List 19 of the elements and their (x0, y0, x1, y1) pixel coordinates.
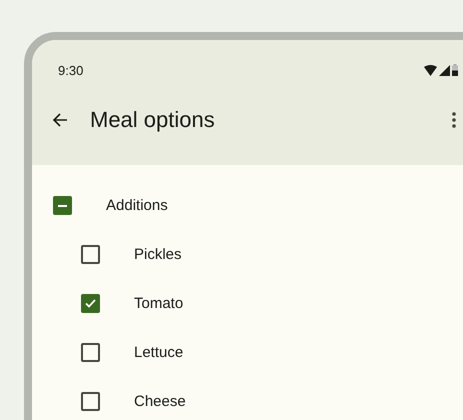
checkbox[interactable] (81, 392, 100, 411)
checkbox[interactable] (81, 245, 100, 264)
checkbox[interactable] (53, 196, 72, 215)
checkbox-label: Lettuce (134, 344, 184, 361)
signal-icon (439, 64, 450, 76)
status-time: 9:30 (58, 62, 84, 78)
more-menu-icon[interactable] (452, 112, 456, 128)
wifi-icon (424, 64, 437, 76)
checkbox-label: Pickles (134, 246, 182, 263)
checkbox-label: Cheese (134, 393, 186, 410)
checkbox[interactable] (81, 343, 100, 362)
back-button[interactable] (52, 112, 68, 128)
checkbox-label: Additions (106, 197, 168, 214)
battery-icon (452, 64, 458, 76)
minus-icon (58, 204, 67, 206)
checkmark-icon (85, 299, 96, 308)
checkbox[interactable] (81, 294, 100, 313)
toolbar-title: Meal options (90, 106, 216, 132)
checkbox-label: Tomato (134, 295, 184, 312)
